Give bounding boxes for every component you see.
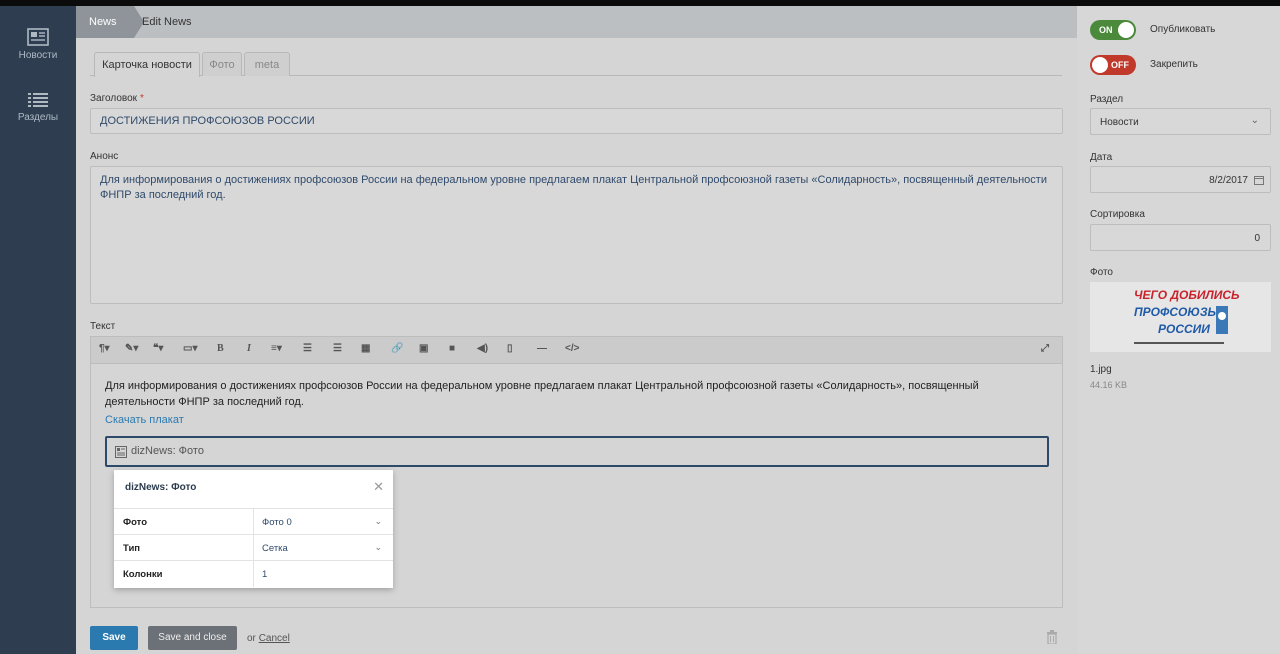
breadcrumb-news[interactable]: News (76, 6, 144, 38)
sidebar-item-sections[interactable]: Разделы (0, 92, 76, 123)
popup-row-divider (253, 509, 254, 535)
sort-value: 0 (1254, 233, 1260, 244)
pin-toggle-state: OFF (1111, 60, 1129, 70)
date-label: Дата (1090, 152, 1113, 163)
audio-icon[interactable]: ◀) (477, 343, 488, 354)
editor-toolbar: ¶▾ ✎▾ ❝▾ ▭▾ B I ≡▾ ☰ ☰ ▦ 🔗 ▣ ■ ◀) ▯ — </… (90, 336, 1063, 364)
file-size: 44.16 KB (1090, 380, 1128, 390)
file-icon[interactable]: ▯ (507, 343, 513, 354)
popup-row-columns: Колонки 1 (114, 560, 393, 587)
bold-icon[interactable]: B (217, 343, 224, 354)
section-value: Новости (1100, 117, 1139, 128)
fullscreen-icon[interactable]: ⤢ (1041, 343, 1049, 354)
poster-underline (1134, 342, 1224, 344)
toggle-knob (1092, 57, 1108, 73)
chevron-down-icon[interactable]: ⌄ (374, 542, 382, 553)
popup-key-photo: Фото (123, 517, 148, 528)
required-mark: * (140, 93, 144, 104)
publish-toggle-state: ON (1099, 25, 1113, 35)
magic-icon[interactable]: ✎▾ (125, 343, 138, 354)
date-value: 8/2/2017 (1209, 175, 1248, 186)
hr-icon[interactable]: — (537, 343, 547, 354)
announce-label: Анонс (90, 151, 119, 162)
tab-bar: Карточка новости Фото meta (90, 52, 1062, 77)
popup-row-type: Тип Сетка ⌄ (114, 534, 393, 561)
widget-icon (115, 446, 127, 458)
trash-icon[interactable] (1046, 630, 1058, 644)
or-cancel: or Cancel (247, 633, 290, 644)
newspaper-icon (27, 28, 49, 46)
diznews-widget-block[interactable]: dizNews: Фото (105, 436, 1049, 467)
publish-toggle[interactable]: ON (1090, 20, 1136, 40)
sort-input[interactable]: 0 (1090, 224, 1271, 251)
close-icon[interactable]: ✕ (373, 479, 384, 495)
popup-key-type: Тип (123, 543, 141, 554)
calendar-icon[interactable] (1254, 175, 1264, 185)
video-icon[interactable]: ■ (449, 343, 455, 354)
chevron-down-icon[interactable]: ⌄ (374, 516, 382, 527)
pin-label: Закрепить (1150, 59, 1198, 70)
link-icon[interactable]: 🔗 (391, 343, 403, 354)
chevron-down-icon: ⌄ (1250, 115, 1259, 126)
popup-row-photo: Фото Фото 0 ⌄ (114, 508, 393, 535)
widget-label: dizNews: Фото (131, 445, 204, 457)
list-icon (28, 93, 48, 107)
sidebar: Новости Разделы (0, 6, 76, 654)
editor-paragraph[interactable]: Для информирования о достижениях профсою… (105, 378, 1025, 410)
popup-row-divider (253, 535, 254, 561)
widget-settings-popup: dizNews: Фото ✕ Фото Фото 0 ⌄ Тип Сетка … (114, 470, 393, 588)
photo-label: Фото (1090, 267, 1113, 278)
paragraph-icon[interactable]: ¶▾ (99, 343, 110, 354)
type-select[interactable]: Сетка (262, 543, 288, 554)
photo-select[interactable]: Фото 0 (262, 517, 292, 528)
tab-meta[interactable]: meta (244, 52, 290, 76)
save-close-button[interactable]: Save and close (148, 626, 237, 650)
poster-line-3: РОССИИ (1158, 322, 1210, 336)
title-label: Заголовок * (90, 93, 144, 104)
breadcrumb: News Edit News (76, 6, 1077, 38)
publish-label: Опубликовать (1150, 24, 1216, 35)
quote-icon[interactable]: ❝▾ (153, 343, 163, 354)
unordered-list-icon[interactable]: ☰ (333, 343, 342, 354)
columns-input[interactable]: 1 (262, 569, 267, 580)
ordered-list-icon[interactable]: ☰ (303, 343, 312, 354)
save-button[interactable]: Save (90, 626, 138, 650)
download-poster-link[interactable]: Скачать плакат (105, 414, 184, 426)
poster-line-1: ЧЕГО ДОБИЛИСЬ (1134, 288, 1240, 302)
photo-preview[interactable]: ЧЕГО ДОБИЛИСЬ ПРОФСОЮЗЫ РОССИИ (1090, 282, 1271, 352)
sort-label: Сортировка (1090, 209, 1145, 220)
popup-key-columns: Колонки (123, 569, 163, 580)
pin-toggle[interactable]: OFF (1090, 55, 1136, 75)
or-text: or (247, 633, 256, 644)
file-name: 1.jpg (1090, 364, 1112, 375)
sidebar-item-label: Разделы (17, 112, 59, 123)
source-icon[interactable]: </> (565, 343, 579, 354)
breadcrumb-current: Edit News (142, 16, 192, 28)
title-label-text: Заголовок (90, 93, 138, 104)
poster-line-2: ПРОФСОЮЗЫ (1134, 305, 1220, 319)
title-input[interactable]: ДОСТИЖЕНИЯ ПРОФСОЮЗОВ РОССИИ (90, 108, 1063, 134)
cancel-link[interactable]: Cancel (259, 633, 290, 644)
align-icon[interactable]: ≡▾ (271, 343, 282, 354)
section-select[interactable]: Новости ⌄ (1090, 108, 1271, 135)
text-label: Текст (90, 321, 116, 332)
section-label: Раздел (1090, 94, 1124, 105)
italic-icon[interactable]: I (247, 343, 251, 354)
popup-title: dizNews: Фото (125, 482, 197, 493)
right-panel: ON Опубликовать OFF Закрепить Раздел Нов… (1077, 6, 1280, 654)
toggle-knob (1118, 22, 1134, 38)
poster-emblem-icon (1216, 306, 1228, 334)
date-input[interactable]: 8/2/2017 (1090, 166, 1271, 193)
sidebar-item-news[interactable]: Новости (0, 28, 76, 61)
image-icon[interactable]: ▣ (419, 343, 428, 354)
table-icon[interactable]: ▦ (361, 343, 370, 354)
popup-row-divider (253, 561, 254, 587)
tab-photo[interactable]: Фото (202, 52, 242, 76)
sidebar-item-label: Новости (18, 50, 58, 61)
tab-news-card[interactable]: Карточка новости (94, 52, 200, 77)
announce-textarea[interactable]: Для информирования о достижениях профсою… (90, 166, 1063, 304)
code-block-icon[interactable]: ▭▾ (183, 343, 197, 354)
